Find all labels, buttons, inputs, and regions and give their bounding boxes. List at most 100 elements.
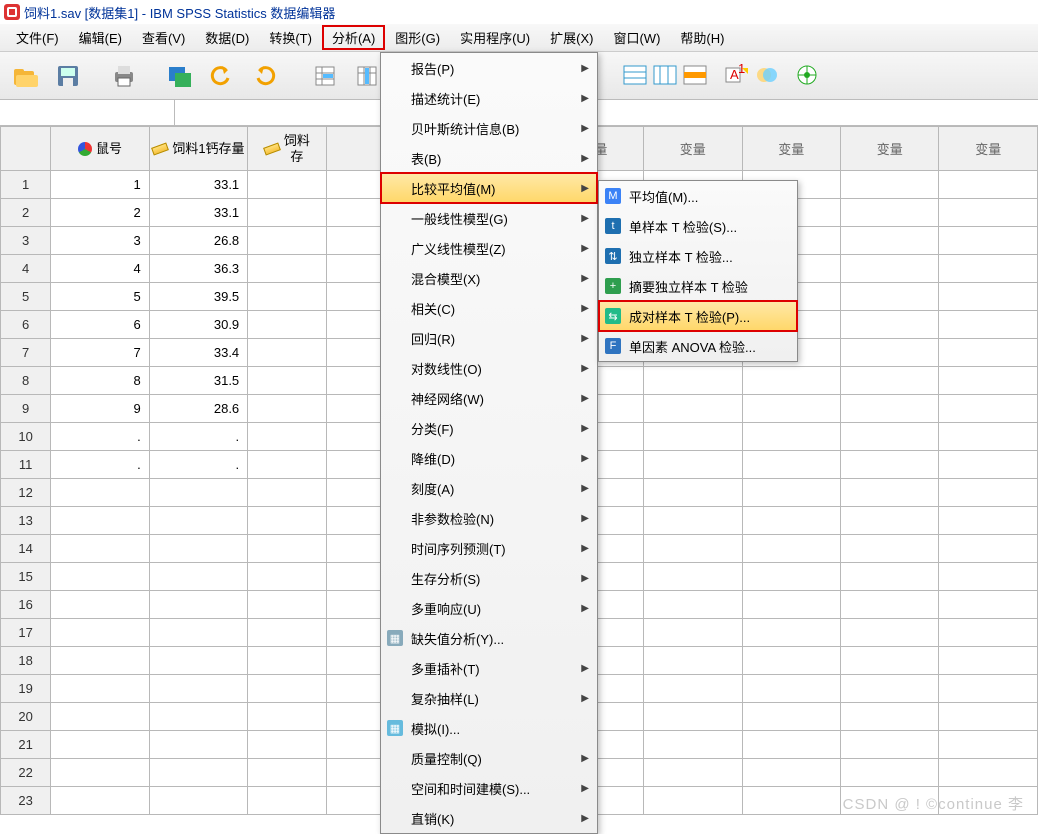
cell[interactable] [248,591,326,619]
menu-analyze[interactable]: 分析(A) [322,25,385,50]
cell[interactable] [149,675,247,703]
cell[interactable] [939,227,1038,255]
cell[interactable] [248,647,326,675]
cell[interactable] [644,395,742,423]
cell[interactable] [644,535,742,563]
cell[interactable] [841,339,939,367]
save-button[interactable] [48,57,88,95]
cell[interactable] [248,451,326,479]
cell[interactable]: 3 [51,227,149,255]
col-header-2[interactable]: 饲料 存 [248,127,326,171]
analyze-menu-item[interactable]: 贝叶斯统计信息(B)▶ [381,113,597,143]
cell[interactable] [841,479,939,507]
row-header[interactable]: 23 [1,787,51,815]
analyze-menu-item[interactable]: 质量控制(Q)▶ [381,743,597,773]
menu-window[interactable]: 窗口(W) [603,25,670,50]
analyze-menu-item[interactable]: ▦模拟(I)... [381,713,597,743]
row-header[interactable]: 19 [1,675,51,703]
cell[interactable] [742,703,840,731]
cell[interactable]: 33.4 [149,339,247,367]
cell[interactable]: . [149,423,247,451]
cell[interactable] [742,731,840,759]
cell[interactable] [248,619,326,647]
cell[interactable] [939,367,1038,395]
cell[interactable]: 9 [51,395,149,423]
cell[interactable] [51,507,149,535]
row-header[interactable]: 8 [1,367,51,395]
analyze-menu-item[interactable]: 一般线性模型(G)▶ [381,203,597,233]
cell[interactable] [841,703,939,731]
analyze-menu-item[interactable]: 比较平均值(M)▶ [381,173,597,203]
cell[interactable] [149,731,247,759]
cell[interactable] [644,423,742,451]
menu-file[interactable]: 文件(F) [6,25,69,50]
cell[interactable] [939,283,1038,311]
cell[interactable] [841,255,939,283]
grid-corner[interactable] [1,127,51,171]
cell[interactable] [841,395,939,423]
analyze-menu-item[interactable]: ▦缺失值分析(Y)... [381,623,597,653]
menu-extensions[interactable]: 扩展(X) [540,25,603,50]
cell[interactable] [841,311,939,339]
cell[interactable] [248,367,326,395]
cell[interactable]: 28.6 [149,395,247,423]
cell[interactable] [939,675,1038,703]
cell[interactable]: 2 [51,199,149,227]
cell[interactable] [248,563,326,591]
cell[interactable] [248,339,326,367]
recall-dialog-button[interactable] [160,57,200,95]
cell[interactable] [742,619,840,647]
cell[interactable] [939,255,1038,283]
row-header[interactable]: 4 [1,255,51,283]
cell[interactable] [149,647,247,675]
cell[interactable] [742,423,840,451]
cell[interactable] [939,647,1038,675]
cell[interactable]: . [51,451,149,479]
col-header-var2[interactable]: 变量 [644,127,742,171]
cell[interactable]: 7 [51,339,149,367]
show-all-button[interactable] [794,64,820,89]
cell[interactable] [644,367,742,395]
analyze-menu-item[interactable]: 分类(F)▶ [381,413,597,443]
row-header[interactable]: 7 [1,339,51,367]
cell[interactable]: 5 [51,283,149,311]
cell[interactable] [841,731,939,759]
cell[interactable] [841,619,939,647]
row-header[interactable]: 6 [1,311,51,339]
cell[interactable] [841,171,939,199]
cell-value-box[interactable] [175,100,1038,125]
cell[interactable] [742,451,840,479]
menu-edit[interactable]: 编辑(E) [69,25,132,50]
cell[interactable] [841,423,939,451]
cell[interactable] [644,787,742,815]
cell[interactable] [644,759,742,787]
cell[interactable] [939,479,1038,507]
analyze-menu-item[interactable]: 多重响应(U)▶ [381,593,597,623]
cell[interactable] [742,759,840,787]
cell[interactable] [841,787,939,815]
cell[interactable]: . [51,423,149,451]
analyze-menu-item[interactable]: 神经网络(W)▶ [381,383,597,413]
menu-view[interactable]: 查看(V) [132,25,195,50]
compare-menu-item[interactable]: +摘要独立样本 T 检验 [599,271,797,301]
open-button[interactable] [6,57,46,95]
analyze-menu-item[interactable]: 广义线性模型(Z)▶ [381,233,597,263]
cell[interactable] [939,311,1038,339]
col-header-1[interactable]: 饲料1钙存量 [149,127,247,171]
row-header[interactable]: 20 [1,703,51,731]
cell[interactable] [248,675,326,703]
cell[interactable] [841,199,939,227]
cell[interactable] [248,731,326,759]
cell[interactable] [248,395,326,423]
row-header[interactable]: 14 [1,535,51,563]
analyze-menu-item[interactable]: 对数线性(O)▶ [381,353,597,383]
analyze-menu-item[interactable]: 相关(C)▶ [381,293,597,323]
cell[interactable] [939,759,1038,787]
cell[interactable] [939,339,1038,367]
cell[interactable] [742,479,840,507]
cell[interactable] [644,619,742,647]
cell[interactable] [248,479,326,507]
cell[interactable] [939,619,1038,647]
cell[interactable] [248,283,326,311]
cell[interactable] [248,171,326,199]
